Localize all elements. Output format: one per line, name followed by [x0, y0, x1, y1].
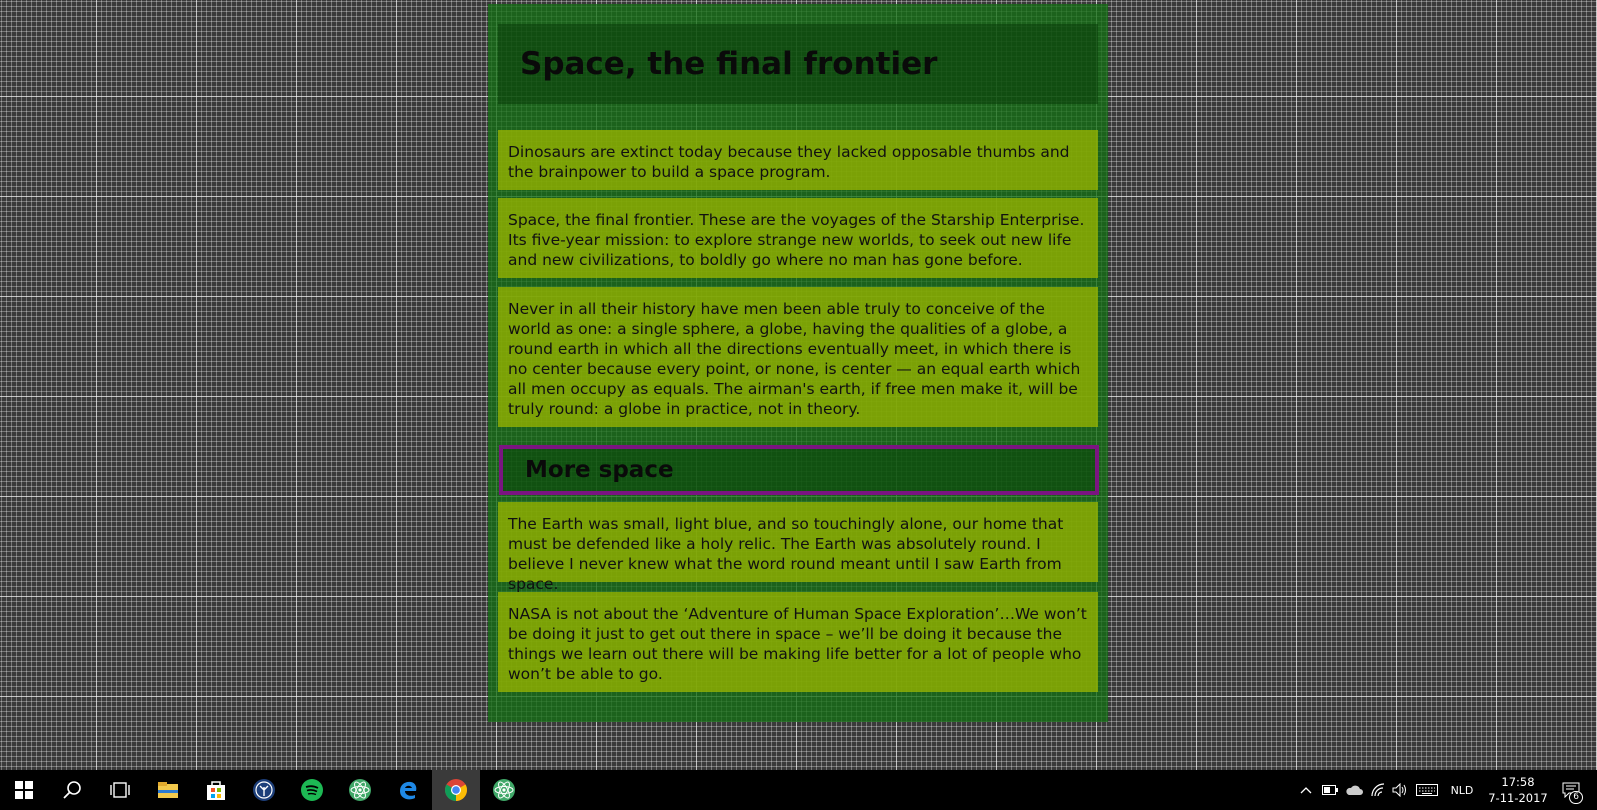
battery-button[interactable]: [1320, 770, 1340, 810]
start-button[interactable]: [0, 770, 48, 810]
edge-icon: [400, 781, 417, 800]
paragraph-text: Dinosaurs are extinct today because they…: [508, 143, 1070, 181]
action-center-button[interactable]: 6: [1556, 770, 1586, 810]
page-container: Space, the final frontier Dinosaurs are …: [488, 4, 1108, 722]
keyboard-icon: [1416, 784, 1438, 796]
onedrive-button[interactable]: [1343, 770, 1365, 810]
edge-button[interactable]: [384, 770, 432, 810]
paragraph-card: The Earth was small, light blue, and so …: [498, 502, 1098, 593]
input-language-button[interactable]: NLD: [1446, 770, 1478, 810]
spotify-button[interactable]: [288, 770, 336, 810]
section-subheading: More space: [525, 457, 674, 483]
clock-date: 7-11-2017: [1488, 791, 1548, 805]
touch-keyboard-button[interactable]: [1414, 770, 1440, 810]
chevron-up-icon: [1300, 787, 1312, 794]
store-button[interactable]: [192, 770, 240, 810]
volume-button[interactable]: [1390, 770, 1410, 810]
page-header: Space, the final frontier: [498, 24, 1098, 104]
file-explorer-button[interactable]: [144, 770, 192, 810]
atom-icon: [349, 779, 371, 801]
wifi-icon: [1371, 783, 1385, 797]
paragraph-text: The Earth was small, light blue, and so …: [508, 515, 1064, 593]
chrome-button[interactable]: [432, 770, 480, 810]
atom-second-button[interactable]: [480, 770, 528, 810]
notification-count-badge: 6: [1569, 791, 1583, 804]
task-view-icon: [110, 782, 130, 798]
atom-icon: [493, 779, 515, 801]
tree-app-button[interactable]: [240, 770, 288, 810]
search-icon: [63, 781, 81, 799]
atom-button[interactable]: [336, 770, 384, 810]
spotify-icon: [301, 779, 323, 801]
page-title: Space, the final frontier: [520, 46, 938, 82]
store-bag-icon: [207, 781, 225, 800]
paragraph-text: Space, the final frontier. These are the…: [508, 211, 1085, 269]
show-hidden-icons-button[interactable]: [1298, 770, 1314, 810]
task-view-button[interactable]: [96, 770, 144, 810]
search-button[interactable]: [48, 770, 96, 810]
paragraph-card: Space, the final frontier. These are the…: [498, 198, 1098, 278]
taskbar: NLD 17:58 7-11-2017 6: [0, 770, 1597, 810]
paragraph-card: Never in all their history have men been…: [498, 287, 1098, 427]
paragraph-card: Dinosaurs are extinct today because they…: [498, 130, 1098, 190]
section-subheading-box: More space: [499, 445, 1099, 495]
speaker-icon: [1392, 783, 1406, 797]
folder-icon: [158, 782, 178, 798]
tree-app-icon: [253, 779, 275, 801]
cloud-icon: [1346, 785, 1363, 795]
clock-time: 17:58: [1501, 775, 1535, 789]
clock-button[interactable]: 17:58 7-11-2017: [1486, 774, 1550, 806]
paragraph-text: NASA is not about the ‘Adventure of Huma…: [508, 605, 1087, 683]
windows-logo-icon: [15, 781, 33, 799]
chrome-icon: [445, 779, 467, 801]
paragraph-card: NASA is not about the ‘Adventure of Huma…: [498, 592, 1098, 692]
paragraph-text: Never in all their history have men been…: [508, 300, 1081, 418]
language-label: NLD: [1450, 783, 1474, 797]
network-button[interactable]: [1368, 770, 1388, 810]
battery-icon: [1322, 785, 1338, 795]
